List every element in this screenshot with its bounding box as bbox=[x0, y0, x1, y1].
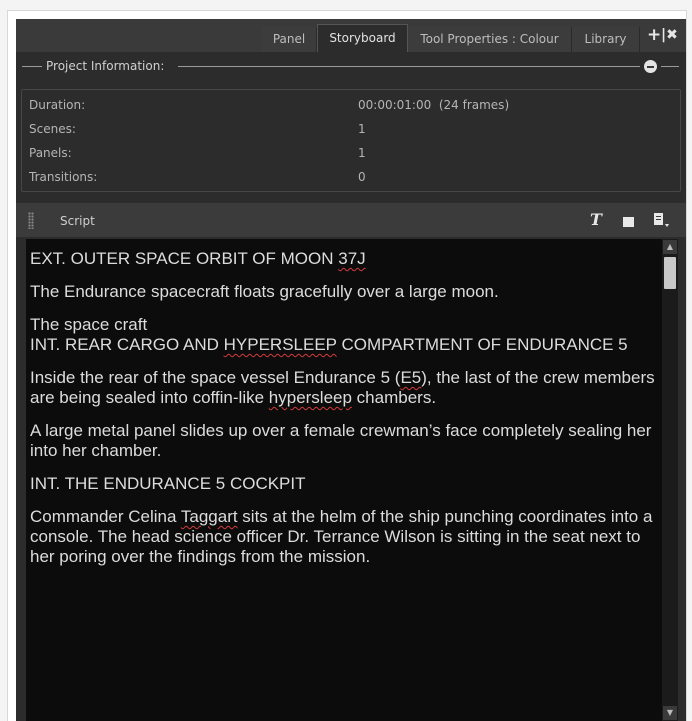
project-info-title: Project Information: bbox=[46, 59, 165, 73]
legend-line-end bbox=[661, 66, 679, 67]
script-title: Script bbox=[60, 214, 95, 228]
scroll-down-icon[interactable]: ▼ bbox=[663, 706, 677, 720]
tab-tool-properties-colour[interactable]: Tool Properties : Colour bbox=[408, 27, 572, 52]
script-text-run: The Endurance spacecraft floats graceful… bbox=[30, 282, 499, 301]
scrollbar[interactable]: ▲ ▼ bbox=[662, 239, 678, 721]
misspelled-word: hypersleep bbox=[268, 388, 352, 407]
misspelled-word: 37J bbox=[338, 249, 366, 268]
tab-library[interactable]: Library bbox=[572, 27, 640, 52]
scroll-up-icon[interactable]: ▲ bbox=[663, 240, 677, 254]
script-editor[interactable]: EXT. OUTER SPACE ORBIT OF MOON 37J The En… bbox=[26, 239, 678, 721]
legend-line-left bbox=[22, 66, 42, 67]
script-text-run: COMPARTMENT OF ENDURANCE 5 bbox=[336, 335, 628, 354]
script-paragraph: INT. THE ENDURANCE 5 COCKPIT bbox=[30, 474, 655, 494]
script-paragraph: The space craft INT. REAR CARGO AND HYPER… bbox=[30, 315, 655, 355]
script-text-run: EXT. OUTER SPACE ORBIT OF MOON bbox=[30, 249, 339, 268]
tab-panel[interactable]: Panel bbox=[262, 27, 317, 52]
drag-handle-icon[interactable] bbox=[28, 212, 34, 229]
document-menu-glyph bbox=[654, 213, 669, 227]
legend-line-right bbox=[178, 66, 640, 67]
script-text-run: chambers. bbox=[351, 388, 437, 407]
script-text-run: Commander Celina bbox=[30, 507, 181, 526]
project-info-box: Duration: 00:00:01:00 (24 frames) Scenes… bbox=[21, 89, 681, 192]
add-tab-icon[interactable]: + bbox=[647, 25, 661, 45]
misspelled-word: E5 bbox=[400, 368, 422, 387]
script-paragraph: The Endurance spacecraft floats graceful… bbox=[30, 282, 655, 302]
project-info-legend: Project Information: bbox=[16, 56, 686, 76]
script-text-run: INT. THE ENDURANCE 5 COCKPIT bbox=[30, 474, 306, 493]
script-paragraph: Commander Celina Taggart sits at the hel… bbox=[30, 507, 655, 567]
misspelled-word: Taggart bbox=[180, 507, 238, 526]
script-paragraph: A large metal panel slides up over a fem… bbox=[30, 421, 655, 461]
storyboard-view: Panel Storyboard Tool Properties : Colou… bbox=[16, 19, 686, 721]
close-tab-icon[interactable]: |✖ bbox=[661, 27, 678, 43]
script-text-run: Inside the rear of the space vessel Endu… bbox=[30, 368, 401, 387]
window-icon[interactable] bbox=[623, 217, 634, 227]
document-menu-icon[interactable] bbox=[654, 213, 669, 227]
scroll-thumb[interactable] bbox=[664, 257, 676, 289]
info-label: Transitions: bbox=[29, 170, 98, 184]
misspelled-word: HYPERSLEEP bbox=[223, 335, 337, 354]
script-header: Script T bbox=[16, 203, 686, 237]
info-value: 0 bbox=[358, 170, 366, 184]
info-label: Duration: bbox=[29, 98, 86, 112]
info-value: 00:00:01:00 (24 frames) bbox=[358, 98, 510, 112]
info-value: 1 bbox=[358, 122, 366, 136]
info-label: Panels: bbox=[29, 146, 72, 160]
info-value: 1 bbox=[358, 146, 366, 160]
info-label: Scenes: bbox=[29, 122, 76, 136]
collapse-icon[interactable] bbox=[644, 60, 657, 73]
tab-bar: Panel Storyboard Tool Properties : Colou… bbox=[16, 19, 686, 52]
script-text-run: INT. REAR CARGO AND bbox=[30, 335, 224, 354]
script-text-run: A large metal panel slides up over a fem… bbox=[30, 421, 652, 460]
script-text-run: The space craft bbox=[30, 315, 148, 334]
script-paragraph: EXT. OUTER SPACE ORBIT OF MOON 37J bbox=[30, 249, 655, 269]
script-text[interactable]: EXT. OUTER SPACE ORBIT OF MOON 37J The En… bbox=[30, 249, 655, 580]
text-format-icon[interactable]: T bbox=[590, 210, 602, 229]
script-paragraph: Inside the rear of the space vessel Endu… bbox=[30, 368, 655, 408]
tab-storyboard[interactable]: Storyboard bbox=[317, 24, 408, 52]
